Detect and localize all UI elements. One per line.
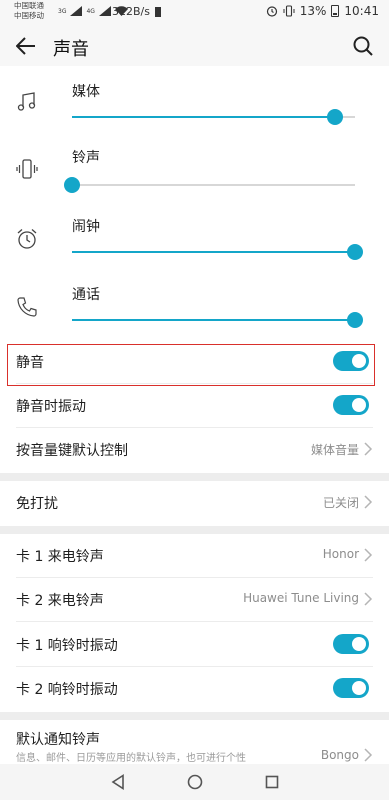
system-nav-bar (0, 764, 389, 800)
volume-label-ringtone: 铃声 (72, 150, 100, 166)
volume-slider-media[interactable] (72, 109, 355, 125)
sim2-ringtone-label: 卡 2 来电铃声 (16, 593, 104, 609)
back-arrow-icon (16, 37, 35, 55)
chevron-right-icon (364, 592, 373, 606)
sim2-ringtone-row[interactable]: 卡 2 来电铃声 Huawei Tune Living (16, 578, 373, 622)
sim1-ringtone-row[interactable]: 卡 1 来电铃声 Honor (16, 534, 373, 578)
volume-row-call: 通话 (0, 270, 389, 338)
volume-row-media: 媒体 (0, 66, 389, 134)
signal-icon (70, 6, 83, 16)
alarm-status-icon (266, 6, 277, 17)
sim1-vibrate-row[interactable]: 卡 1 响铃时振动 (16, 623, 373, 667)
status-bar: 中国联通 中国移动 3G 4G 312B/s 13% 10:41 (0, 0, 389, 26)
nav-back-button[interactable] (108, 772, 128, 792)
dnd-row[interactable]: 免打扰 已关闭 (16, 481, 373, 525)
triangle-back-icon (111, 774, 124, 790)
carrier-2: 中国移动 (14, 11, 44, 20)
volume-key-row[interactable]: 按音量键默认控制 媒体音量 (16, 428, 373, 472)
network-speed: 312B/s (112, 5, 150, 18)
chevron-right-icon (364, 442, 373, 456)
silent-vibrate-toggle[interactable] (333, 395, 369, 415)
toggle-knob (352, 398, 366, 412)
nav-recents-button[interactable] (262, 772, 282, 792)
status-right: 13% 10:41 (266, 4, 379, 18)
volume-label-media: 媒体 (72, 84, 100, 100)
sim1-vibrate-toggle[interactable] (333, 634, 369, 654)
volume-slider-alarm[interactable] (72, 244, 363, 260)
volume-label-alarm: 闹钟 (72, 219, 100, 235)
silent-vibrate-label: 静音时振动 (16, 399, 86, 415)
volume-key-value: 媒体音量 (310, 443, 359, 457)
sim1-ringtone-label: 卡 1 来电铃声 (16, 549, 104, 565)
slider-thumb[interactable] (64, 177, 80, 193)
phone-icon (17, 297, 37, 317)
notification-sound-value: Bongo (320, 748, 359, 762)
chevron-right-icon (364, 495, 373, 509)
dnd-section: 免打扰 已关闭 (0, 481, 389, 526)
volume-row-alarm: 闹钟 (0, 202, 389, 270)
ringtone-section: 卡 1 来电铃声 Honor 卡 2 来电铃声 Huawei Tune Livi… (0, 534, 389, 712)
slider-fill (72, 319, 355, 321)
chevron-right-icon (364, 548, 373, 562)
vibrate-icon (16, 159, 38, 179)
silent-vibrate-row[interactable]: 静音时振动 (16, 384, 373, 428)
dnd-value: 已关闭 (322, 496, 359, 510)
sim2-ringtone-value: Huawei Tune Living (243, 591, 359, 605)
circle-home-icon (187, 774, 203, 790)
sim2-vibrate-label: 卡 2 响铃时振动 (16, 682, 118, 698)
page-title: 声音 (53, 39, 89, 60)
carrier-info: 中国联通 中国移动 (14, 1, 44, 21)
slider-fill (72, 116, 336, 118)
notification-sound-section[interactable]: 默认通知铃声 信息、邮件、日历等应用的默认铃声，也可进行个性 Bongo (0, 720, 389, 768)
battery-icon (331, 5, 340, 17)
volume-section: 媒体 铃声 闹钟 通话 (0, 66, 389, 340)
carrier-1: 中国联通 (14, 1, 44, 10)
chevron-right-icon (364, 748, 373, 762)
notification-sound-label: 默认通知铃声 (16, 732, 100, 748)
volume-key-label: 按音量键默认控制 (16, 443, 128, 459)
toggle-knob (352, 637, 366, 651)
slider-thumb[interactable] (347, 312, 363, 328)
signal-icon-2 (98, 6, 111, 16)
volume-label-call: 通话 (72, 287, 100, 303)
square-recents-icon (265, 775, 279, 789)
notification-sound-description: 信息、邮件、日历等应用的默认铃声，也可进行个性 (16, 753, 246, 764)
music-note-icon (17, 92, 36, 111)
highlight-box (7, 344, 375, 386)
volume-slider-ringtone[interactable] (64, 177, 355, 193)
sim2-vibrate-toggle[interactable] (333, 678, 369, 698)
slider-thumb[interactable] (347, 244, 363, 260)
vibrate-status-icon (283, 5, 295, 17)
battery-percent: 13% (299, 4, 327, 18)
search-icon (353, 36, 373, 56)
sim2-vibrate-row[interactable]: 卡 2 响铃时振动 (16, 667, 373, 711)
volume-row-ringtone: 铃声 (0, 134, 389, 202)
nav-home-button[interactable] (185, 772, 205, 792)
slider-thumb[interactable] (327, 109, 344, 125)
toggle-knob (352, 681, 366, 695)
back-button[interactable] (10, 30, 42, 62)
sim1-ringtone-value: Honor (322, 547, 359, 561)
search-button[interactable] (347, 30, 379, 62)
sim1-vibrate-label: 卡 1 响铃时振动 (16, 638, 118, 654)
net-badge-4g: 4G (86, 7, 95, 15)
net-badge-3g: 3G (58, 7, 67, 15)
alarm-clock-icon (17, 229, 37, 249)
volume-slider-call[interactable] (72, 312, 363, 328)
app-bar: 声音 (0, 26, 389, 66)
notification-icon (155, 7, 161, 17)
dnd-label: 免打扰 (16, 496, 58, 512)
slider-fill (72, 251, 355, 253)
clock: 10:41 (344, 4, 379, 18)
